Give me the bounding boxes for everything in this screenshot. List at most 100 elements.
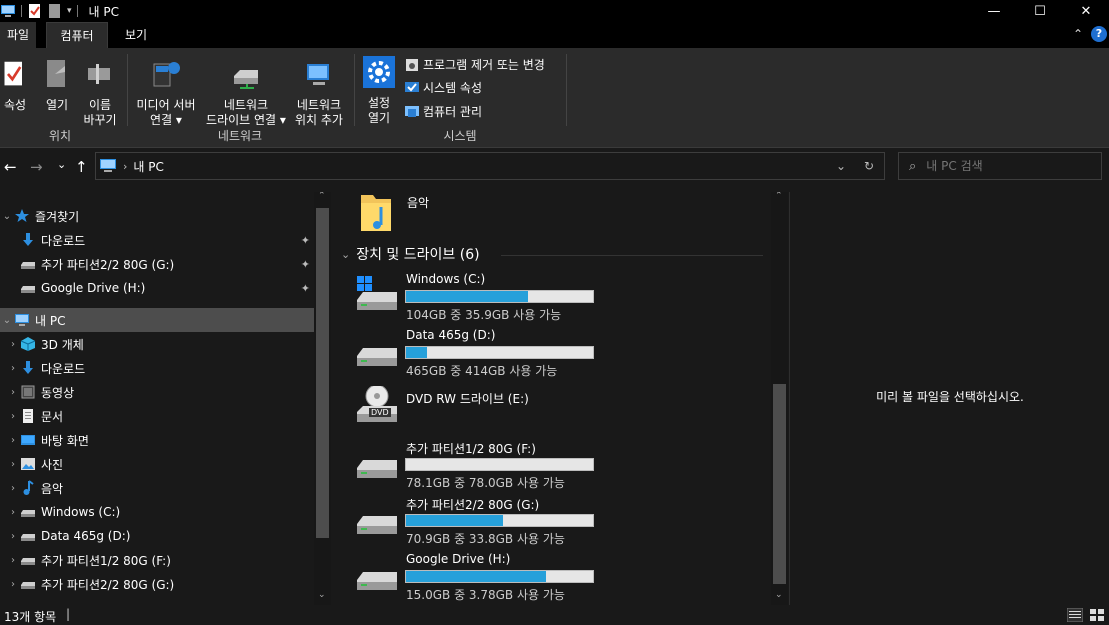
expand-chevron-icon[interactable]: › (6, 363, 20, 374)
expand-chevron-icon[interactable]: › (6, 555, 20, 566)
pin-icon[interactable]: ✦ (301, 258, 310, 271)
maximize-button[interactable]: ☐ (1017, 0, 1063, 22)
expand-chevron-icon[interactable]: › (6, 579, 20, 590)
drive-item-c[interactable]: Windows (C:) 104GB 중 35.9GB 사용 가능 (355, 272, 595, 322)
divider (127, 54, 128, 126)
nav-scroll-thumb[interactable] (316, 208, 329, 538)
star-icon (15, 209, 29, 222)
forward-arrow-icon[interactable]: → (30, 158, 43, 176)
close-button[interactable]: ✕ (1063, 0, 1109, 22)
address-dropdown-chevron-icon[interactable]: ⌄ (836, 159, 846, 173)
new-folder-icon[interactable] (47, 3, 63, 19)
windows-drive-icon (357, 276, 397, 310)
scroll-down-icon[interactable]: ⌄ (318, 590, 326, 600)
expand-chevron-icon[interactable]: › (6, 387, 20, 398)
scroll-down-icon[interactable]: ⌄ (775, 590, 783, 600)
drive-usage-fill (406, 291, 528, 302)
nav-label: 추가 파티션1/2 80G (F:) (41, 553, 171, 568)
expand-chevron-icon[interactable]: › (6, 483, 20, 494)
drive-item-d[interactable]: Data 465g (D:) 465GB 중 414GB 사용 가능 (355, 328, 595, 378)
nav-videos[interactable]: › 동영상 (0, 380, 314, 404)
help-icon[interactable]: ? (1091, 26, 1107, 42)
nav-pictures[interactable]: › 사진 (0, 452, 314, 476)
collapse-ribbon-icon[interactable]: ⌃ (1073, 27, 1083, 41)
expand-chevron-icon[interactable]: › (6, 339, 20, 350)
map-drive-button[interactable]: 네트워크 드라이브 연결 ▾ (202, 58, 290, 128)
search-input[interactable] (926, 159, 1087, 173)
details-view-icon[interactable] (1067, 608, 1083, 622)
media-server-button[interactable]: 미디어 서버 연결 ▾ (132, 58, 200, 128)
system-properties-button[interactable]: 시스템 속성 (404, 79, 482, 96)
nav-data-d[interactable]: › Data 465g (D:) (0, 524, 314, 548)
expand-chevron-icon[interactable]: › (6, 531, 20, 542)
drive-item-h[interactable]: Google Drive (H:) 15.0GB 중 3.78GB 사용 가능 (355, 552, 595, 602)
download-arrow-icon (23, 361, 33, 374)
properties-check-icon[interactable] (27, 3, 43, 19)
up-arrow-icon[interactable]: ↑ (75, 158, 88, 176)
tab-view[interactable]: 보기 (116, 22, 156, 48)
pin-icon[interactable]: ✦ (301, 282, 310, 295)
properties-button[interactable]: 속성 (0, 58, 30, 113)
recent-locations-chevron-icon[interactable]: ⌄ (57, 158, 66, 171)
content-scrollbar[interactable]: ⌃ ⌄ (771, 192, 788, 605)
nav-qa-partition-g[interactable]: 추가 파티션2/2 80G (G:) ✦ (0, 252, 314, 276)
collapse-chevron-icon[interactable]: ⌄ (0, 211, 14, 222)
expand-chevron-icon[interactable]: › (6, 411, 20, 422)
nav-downloads[interactable]: › 다운로드 (0, 356, 314, 380)
open-button[interactable]: 열기 (40, 58, 74, 113)
nav-documents[interactable]: › 문서 (0, 404, 314, 428)
expand-chevron-icon[interactable]: › (6, 459, 20, 470)
uninstall-program-button[interactable]: 프로그램 제거 또는 변경 (404, 56, 545, 73)
computer-management-button[interactable]: 컴퓨터 관리 (404, 103, 482, 120)
devices-section-header[interactable]: ⌄ 장치 및 드라이브 (6) (341, 244, 480, 264)
nav-windows-c[interactable]: › Windows (C:) (0, 500, 314, 524)
map-drive-label-1: 네트워크 (223, 98, 269, 112)
nav-this-pc[interactable]: ⌄ 내 PC (0, 308, 314, 332)
nav-quick-access[interactable]: ⌄ 즐겨찾기 (0, 204, 314, 228)
nav-qa-downloads[interactable]: 다운로드 ✦ (0, 228, 314, 252)
collapse-chevron-icon[interactable]: ⌄ (0, 315, 14, 326)
divider (566, 54, 567, 126)
content-scroll-thumb[interactable] (773, 384, 786, 584)
pin-icon[interactable]: ✦ (301, 234, 310, 247)
customize-qa-chevron-icon[interactable]: ▾ (67, 6, 72, 16)
nav-partition-f[interactable]: › 추가 파티션1/2 80G (F:) (0, 548, 314, 572)
drive-free-space: 15.0GB 중 3.78GB 사용 가능 (406, 588, 565, 602)
nav-music[interactable]: › 음악 (0, 476, 314, 500)
section-collapse-icon[interactable]: ⌄ (341, 248, 350, 261)
scroll-up-icon[interactable]: ⌃ (318, 192, 326, 201)
breadcrumb-separator-icon[interactable]: › (123, 160, 127, 173)
drive-item-e[interactable]: DVD DVD RW 드라이브 (E:) (355, 386, 595, 432)
search-box[interactable]: ⌕ (898, 152, 1102, 180)
rename-button[interactable]: 이름 바꾸기 (80, 58, 120, 128)
drive-item-g[interactable]: 추가 파티션2/2 80G (G:) 70.9GB 중 33.8GB 사용 가능 (355, 496, 595, 546)
tab-file[interactable]: 파일 (0, 22, 36, 48)
back-arrow-icon[interactable]: ← (4, 158, 17, 176)
address-bar[interactable]: › 내 PC ⌄ ↻ (95, 152, 885, 180)
drive-icon (21, 534, 35, 541)
nav-scrollbar[interactable]: ⌃ ⌄ (314, 192, 331, 605)
scroll-up-icon[interactable]: ⌃ (775, 192, 783, 201)
drive-usage-fill (406, 571, 547, 582)
music-folder-item[interactable]: 음악 (357, 192, 477, 234)
drive-name: Data 465g (D:) (406, 328, 496, 342)
breadcrumb-this-pc[interactable]: 내 PC (133, 158, 163, 175)
tab-computer[interactable]: 컴퓨터 (46, 22, 108, 48)
add-network-location-button[interactable]: 네트워크 위치 추가 (291, 58, 347, 128)
nav-desktop[interactable]: › 바탕 화면 (0, 428, 314, 452)
nav-partition-g[interactable]: › 추가 파티션2/2 80G (G:) (0, 572, 314, 596)
expand-chevron-icon[interactable]: › (6, 507, 20, 518)
refresh-icon[interactable]: ↻ (864, 159, 874, 173)
add-location-label-1: 네트워크 (296, 98, 342, 112)
drive-item-f[interactable]: 추가 파티션1/2 80G (F:) 78.1GB 중 78.0GB 사용 가능 (355, 440, 595, 490)
uninstall-label: 프로그램 제거 또는 변경 (423, 58, 545, 72)
expand-chevron-icon[interactable]: › (6, 435, 20, 446)
computer-icon[interactable] (0, 3, 16, 19)
large-icons-view-icon[interactable] (1089, 608, 1105, 622)
nav-qa-google-drive[interactable]: Google Drive (H:) ✦ (0, 276, 314, 300)
open-settings-button[interactable]: 설정 열기 (360, 56, 398, 126)
drive-icon (21, 262, 35, 269)
minimize-button[interactable]: — (971, 0, 1017, 22)
nav-3d-objects[interactable]: › 3D 개체 (0, 332, 314, 356)
devices-section-title: 장치 및 드라이브 (6) (356, 247, 480, 263)
